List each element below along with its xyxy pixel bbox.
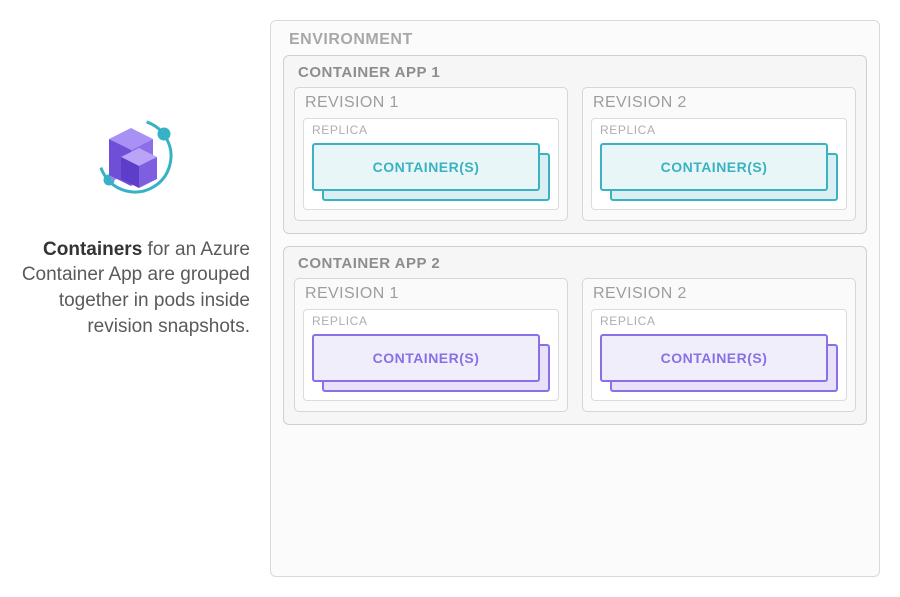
container-app-1: CONTAINER APP 1 REVISION 1 REPLICA CONTA…	[283, 55, 867, 234]
container-card-front: CONTAINER(S)	[312, 334, 540, 382]
app1-rev2-container-stack: CONTAINER(S)	[598, 143, 840, 201]
app2-rev2-replica-label: REPLICA	[600, 314, 840, 328]
app1-rev1-container-stack: CONTAINER(S)	[310, 143, 552, 201]
app2-rev2-replica: REPLICA CONTAINER(S)	[591, 309, 847, 401]
container-apps-icon	[87, 108, 183, 209]
app1-rev1-label: REVISION 1	[305, 94, 559, 112]
app2-rev1-container-stack: CONTAINER(S)	[310, 334, 552, 392]
app1-revision-2: REVISION 2 REPLICA CONTAINER(S)	[582, 87, 856, 221]
description-bold: Containers	[43, 239, 142, 260]
app2-revision-1: REVISION 1 REPLICA CONTAINER(S)	[294, 278, 568, 412]
app2-revisions-row: REVISION 1 REPLICA CONTAINER(S) REVISION…	[294, 278, 856, 412]
app2-rev1-replica: REPLICA CONTAINER(S)	[303, 309, 559, 401]
environment-label: ENVIRONMENT	[289, 31, 867, 49]
app2-rev1-label: REVISION 1	[305, 285, 559, 303]
app2-rev2-label: REVISION 2	[593, 285, 847, 303]
app2-rev1-replica-label: REPLICA	[312, 314, 552, 328]
container-label: CONTAINER(S)	[373, 159, 480, 175]
container-label: CONTAINER(S)	[661, 159, 768, 175]
container-card-front: CONTAINER(S)	[312, 143, 540, 191]
container-card-front: CONTAINER(S)	[600, 143, 828, 191]
app1-revision-1: REVISION 1 REPLICA CONTAINER(S)	[294, 87, 568, 221]
left-column: Containers for an Azure Container App ar…	[10, 0, 270, 577]
container-card-front: CONTAINER(S)	[600, 334, 828, 382]
app2-revision-2: REVISION 2 REPLICA CONTAINER(S)	[582, 278, 856, 412]
description-text: Containers for an Azure Container App ar…	[20, 237, 250, 340]
container-app-2: CONTAINER APP 2 REVISION 1 REPLICA CONTA…	[283, 246, 867, 425]
app2-rev2-container-stack: CONTAINER(S)	[598, 334, 840, 392]
container-app-1-label: CONTAINER APP 1	[298, 64, 856, 81]
app1-rev1-replica-label: REPLICA	[312, 123, 552, 137]
app1-rev1-replica: REPLICA CONTAINER(S)	[303, 118, 559, 210]
container-label: CONTAINER(S)	[661, 350, 768, 366]
container-label: CONTAINER(S)	[373, 350, 480, 366]
container-app-2-label: CONTAINER APP 2	[298, 255, 856, 272]
app1-rev2-replica-label: REPLICA	[600, 123, 840, 137]
app1-revisions-row: REVISION 1 REPLICA CONTAINER(S) REVISION…	[294, 87, 856, 221]
app1-rev2-replica: REPLICA CONTAINER(S)	[591, 118, 847, 210]
app1-rev2-label: REVISION 2	[593, 94, 847, 112]
environment-box: ENVIRONMENT CONTAINER APP 1 REVISION 1 R…	[270, 20, 880, 577]
